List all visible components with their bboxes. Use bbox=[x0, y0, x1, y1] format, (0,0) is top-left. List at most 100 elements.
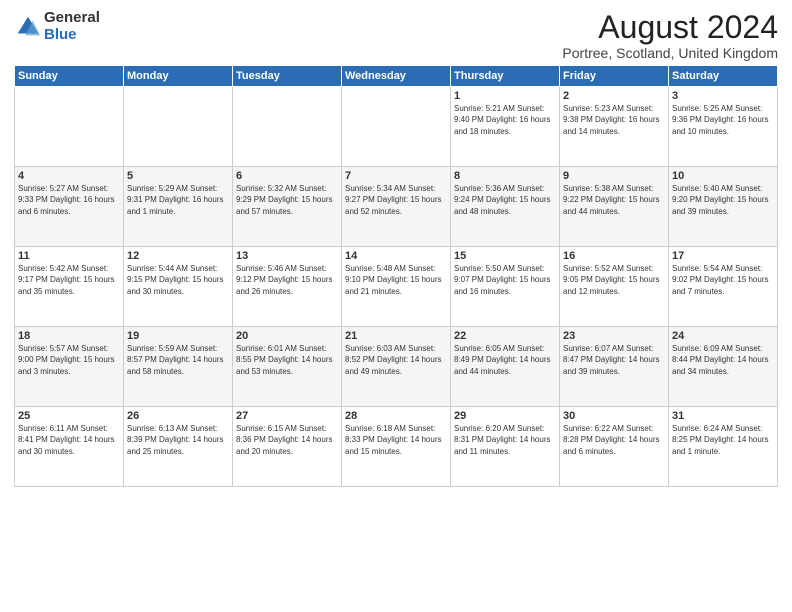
header: General Blue August 2024 Portree, Scotla… bbox=[14, 10, 778, 61]
calendar-cell: 16Sunrise: 5:52 AM Sunset: 9:05 PM Dayli… bbox=[560, 247, 669, 327]
day-number: 3 bbox=[672, 90, 774, 102]
day-info: Sunrise: 6:09 AM Sunset: 8:44 PM Dayligh… bbox=[672, 343, 774, 377]
day-number: 28 bbox=[345, 410, 447, 422]
day-info: Sunrise: 6:15 AM Sunset: 8:36 PM Dayligh… bbox=[236, 423, 338, 457]
day-number: 29 bbox=[454, 410, 556, 422]
logo-general: General bbox=[44, 10, 100, 27]
logo-text: General Blue bbox=[44, 10, 100, 43]
calendar-cell: 9Sunrise: 5:38 AM Sunset: 9:22 PM Daylig… bbox=[560, 167, 669, 247]
week-row-3: 11Sunrise: 5:42 AM Sunset: 9:17 PM Dayli… bbox=[15, 247, 778, 327]
calendar-cell: 27Sunrise: 6:15 AM Sunset: 8:36 PM Dayli… bbox=[233, 407, 342, 487]
main-title: August 2024 bbox=[562, 10, 778, 45]
day-info: Sunrise: 6:18 AM Sunset: 8:33 PM Dayligh… bbox=[345, 423, 447, 457]
calendar-cell: 2Sunrise: 5:23 AM Sunset: 9:38 PM Daylig… bbox=[560, 87, 669, 167]
subtitle: Portree, Scotland, United Kingdom bbox=[562, 45, 778, 61]
day-info: Sunrise: 5:23 AM Sunset: 9:38 PM Dayligh… bbox=[563, 103, 665, 137]
day-info: Sunrise: 6:01 AM Sunset: 8:55 PM Dayligh… bbox=[236, 343, 338, 377]
calendar-cell: 4Sunrise: 5:27 AM Sunset: 9:33 PM Daylig… bbox=[15, 167, 124, 247]
day-info: Sunrise: 5:38 AM Sunset: 9:22 PM Dayligh… bbox=[563, 183, 665, 217]
day-info: Sunrise: 5:25 AM Sunset: 9:36 PM Dayligh… bbox=[672, 103, 774, 137]
calendar-cell: 1Sunrise: 5:21 AM Sunset: 9:40 PM Daylig… bbox=[451, 87, 560, 167]
day-number: 21 bbox=[345, 330, 447, 342]
day-number: 22 bbox=[454, 330, 556, 342]
day-number: 17 bbox=[672, 250, 774, 262]
logo-blue: Blue bbox=[44, 27, 100, 44]
calendar-cell: 25Sunrise: 6:11 AM Sunset: 8:41 PM Dayli… bbox=[15, 407, 124, 487]
calendar-cell: 21Sunrise: 6:03 AM Sunset: 8:52 PM Dayli… bbox=[342, 327, 451, 407]
calendar-page: General Blue August 2024 Portree, Scotla… bbox=[0, 0, 792, 612]
week-row-1: 1Sunrise: 5:21 AM Sunset: 9:40 PM Daylig… bbox=[15, 87, 778, 167]
day-number: 31 bbox=[672, 410, 774, 422]
calendar-cell bbox=[233, 87, 342, 167]
day-info: Sunrise: 5:27 AM Sunset: 9:33 PM Dayligh… bbox=[18, 183, 120, 217]
day-number: 12 bbox=[127, 250, 229, 262]
day-number: 1 bbox=[454, 90, 556, 102]
calendar-cell: 5Sunrise: 5:29 AM Sunset: 9:31 PM Daylig… bbox=[124, 167, 233, 247]
calendar-cell: 13Sunrise: 5:46 AM Sunset: 9:12 PM Dayli… bbox=[233, 247, 342, 327]
logo: General Blue bbox=[14, 10, 100, 43]
col-friday: Friday bbox=[560, 66, 669, 87]
calendar-cell bbox=[342, 87, 451, 167]
day-info: Sunrise: 6:05 AM Sunset: 8:49 PM Dayligh… bbox=[454, 343, 556, 377]
day-number: 25 bbox=[18, 410, 120, 422]
calendar-cell: 8Sunrise: 5:36 AM Sunset: 9:24 PM Daylig… bbox=[451, 167, 560, 247]
day-info: Sunrise: 5:44 AM Sunset: 9:15 PM Dayligh… bbox=[127, 263, 229, 297]
day-number: 23 bbox=[563, 330, 665, 342]
day-number: 18 bbox=[18, 330, 120, 342]
day-number: 4 bbox=[18, 170, 120, 182]
day-number: 2 bbox=[563, 90, 665, 102]
title-block: August 2024 Portree, Scotland, United Ki… bbox=[562, 10, 778, 61]
day-info: Sunrise: 5:34 AM Sunset: 9:27 PM Dayligh… bbox=[345, 183, 447, 217]
day-info: Sunrise: 5:50 AM Sunset: 9:07 PM Dayligh… bbox=[454, 263, 556, 297]
calendar-cell: 18Sunrise: 5:57 AM Sunset: 9:00 PM Dayli… bbox=[15, 327, 124, 407]
day-number: 5 bbox=[127, 170, 229, 182]
calendar-cell: 22Sunrise: 6:05 AM Sunset: 8:49 PM Dayli… bbox=[451, 327, 560, 407]
calendar-cell bbox=[15, 87, 124, 167]
day-info: Sunrise: 6:11 AM Sunset: 8:41 PM Dayligh… bbox=[18, 423, 120, 457]
day-info: Sunrise: 6:13 AM Sunset: 8:39 PM Dayligh… bbox=[127, 423, 229, 457]
day-number: 13 bbox=[236, 250, 338, 262]
day-number: 10 bbox=[672, 170, 774, 182]
day-number: 24 bbox=[672, 330, 774, 342]
calendar-cell: 26Sunrise: 6:13 AM Sunset: 8:39 PM Dayli… bbox=[124, 407, 233, 487]
day-number: 20 bbox=[236, 330, 338, 342]
col-saturday: Saturday bbox=[669, 66, 778, 87]
col-thursday: Thursday bbox=[451, 66, 560, 87]
day-number: 15 bbox=[454, 250, 556, 262]
day-info: Sunrise: 5:36 AM Sunset: 9:24 PM Dayligh… bbox=[454, 183, 556, 217]
week-row-4: 18Sunrise: 5:57 AM Sunset: 9:00 PM Dayli… bbox=[15, 327, 778, 407]
col-tuesday: Tuesday bbox=[233, 66, 342, 87]
day-number: 14 bbox=[345, 250, 447, 262]
day-info: Sunrise: 5:42 AM Sunset: 9:17 PM Dayligh… bbox=[18, 263, 120, 297]
day-number: 16 bbox=[563, 250, 665, 262]
day-info: Sunrise: 5:21 AM Sunset: 9:40 PM Dayligh… bbox=[454, 103, 556, 137]
week-row-5: 25Sunrise: 6:11 AM Sunset: 8:41 PM Dayli… bbox=[15, 407, 778, 487]
day-info: Sunrise: 5:32 AM Sunset: 9:29 PM Dayligh… bbox=[236, 183, 338, 217]
day-info: Sunrise: 6:07 AM Sunset: 8:47 PM Dayligh… bbox=[563, 343, 665, 377]
col-wednesday: Wednesday bbox=[342, 66, 451, 87]
day-number: 9 bbox=[563, 170, 665, 182]
day-info: Sunrise: 6:03 AM Sunset: 8:52 PM Dayligh… bbox=[345, 343, 447, 377]
calendar-cell: 19Sunrise: 5:59 AM Sunset: 8:57 PM Dayli… bbox=[124, 327, 233, 407]
day-number: 7 bbox=[345, 170, 447, 182]
calendar-cell: 31Sunrise: 6:24 AM Sunset: 8:25 PM Dayli… bbox=[669, 407, 778, 487]
calendar-cell: 28Sunrise: 6:18 AM Sunset: 8:33 PM Dayli… bbox=[342, 407, 451, 487]
day-number: 8 bbox=[454, 170, 556, 182]
logo-icon bbox=[14, 13, 42, 41]
day-info: Sunrise: 5:46 AM Sunset: 9:12 PM Dayligh… bbox=[236, 263, 338, 297]
day-number: 26 bbox=[127, 410, 229, 422]
calendar-table: Sunday Monday Tuesday Wednesday Thursday… bbox=[14, 65, 778, 487]
day-info: Sunrise: 5:48 AM Sunset: 9:10 PM Dayligh… bbox=[345, 263, 447, 297]
day-number: 6 bbox=[236, 170, 338, 182]
calendar-cell: 14Sunrise: 5:48 AM Sunset: 9:10 PM Dayli… bbox=[342, 247, 451, 327]
calendar-cell: 30Sunrise: 6:22 AM Sunset: 8:28 PM Dayli… bbox=[560, 407, 669, 487]
day-info: Sunrise: 6:24 AM Sunset: 8:25 PM Dayligh… bbox=[672, 423, 774, 457]
week-row-2: 4Sunrise: 5:27 AM Sunset: 9:33 PM Daylig… bbox=[15, 167, 778, 247]
calendar-cell: 17Sunrise: 5:54 AM Sunset: 9:02 PM Dayli… bbox=[669, 247, 778, 327]
header-row: Sunday Monday Tuesday Wednesday Thursday… bbox=[15, 66, 778, 87]
day-info: Sunrise: 5:52 AM Sunset: 9:05 PM Dayligh… bbox=[563, 263, 665, 297]
day-info: Sunrise: 5:57 AM Sunset: 9:00 PM Dayligh… bbox=[18, 343, 120, 377]
day-number: 30 bbox=[563, 410, 665, 422]
day-info: Sunrise: 5:54 AM Sunset: 9:02 PM Dayligh… bbox=[672, 263, 774, 297]
calendar-cell bbox=[124, 87, 233, 167]
